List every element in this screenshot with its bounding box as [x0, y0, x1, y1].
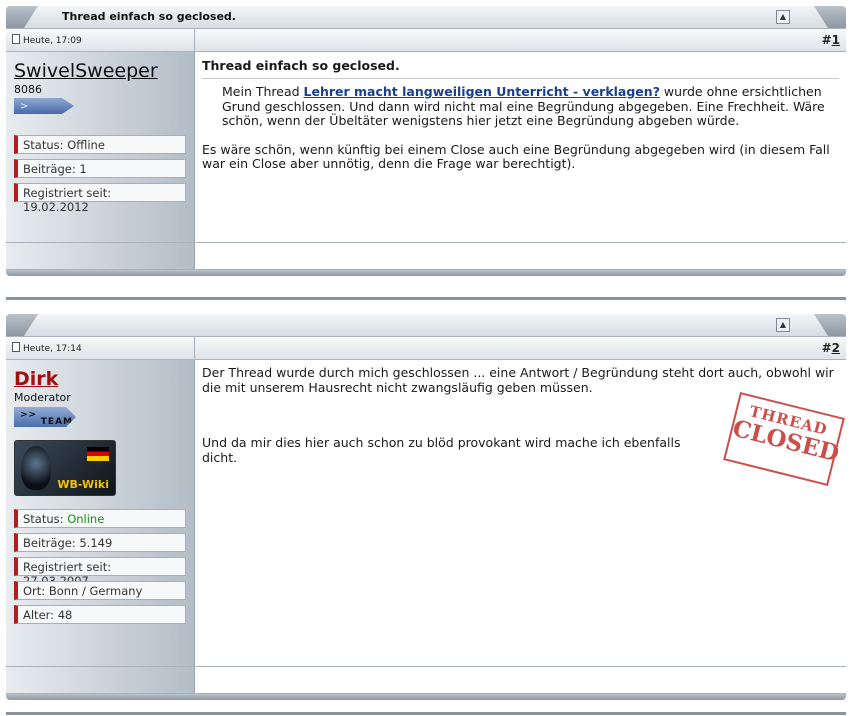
stat-value: 19.02.2012 — [23, 200, 89, 214]
stat-value: 1 — [79, 162, 87, 176]
post-number: #1 — [822, 33, 840, 47]
post-number-prefix: # — [821, 33, 832, 47]
user-rank: Moderator — [14, 391, 71, 404]
user-registered: Registriert seit: 27.03.2007 — [14, 557, 186, 588]
heading-divider — [202, 78, 839, 79]
post-icon — [12, 342, 20, 352]
post-number-link[interactable]: 2 — [832, 341, 840, 355]
post-title-bar: Thread einfach so geclosed. ▲ — [6, 6, 846, 28]
stat-value: 5.149 — [79, 536, 113, 550]
post-date-text: Heute, 17:14 — [23, 344, 82, 354]
post-meta-bar: Heute, 17:14 #2 — [6, 336, 846, 360]
stat-label: Ort: — [23, 584, 46, 598]
stat-label: Beiträge: — [23, 162, 76, 176]
german-flag-icon — [87, 447, 109, 461]
user-posts-count: Beiträge: 5.149 — [14, 533, 186, 552]
collapse-icon[interactable]: ▲ — [776, 318, 790, 332]
post-body-row: SwivelSweeper 8086 > Status: Offline Bei… — [6, 52, 846, 243]
meta-divider — [194, 337, 195, 359]
post-icon — [12, 34, 20, 44]
post-bottom-bar — [6, 694, 846, 700]
post-footer — [6, 667, 846, 694]
stat-label: Alter: — [23, 608, 55, 622]
post-number: #2 — [822, 341, 840, 355]
title-bar-tab — [24, 314, 828, 336]
username-link[interactable]: SwivelSweeper — [14, 60, 158, 82]
post-separator — [6, 712, 846, 715]
user-registered: Registriert seit: 19.02.2012 — [14, 183, 186, 214]
stat-value: Online — [67, 512, 105, 526]
user-rank: 8086 — [14, 83, 42, 96]
post-content: Thread einfach so geclosed. Mein Thread … — [195, 52, 846, 242]
team-label: TEAM — [40, 417, 73, 427]
post-bottom-bar — [6, 270, 846, 276]
post-body-row: Dirk Moderator >> TEAM WB-Wiki Status: On… — [6, 360, 846, 667]
stat-label: Beiträge: — [23, 536, 76, 550]
user-sidebar: Dirk Moderator >> TEAM WB-Wiki Status: On… — [6, 360, 195, 666]
post-date-text: Heute, 17:09 — [23, 36, 82, 46]
team-badge-icon: >> TEAM — [14, 407, 76, 427]
username-link[interactable]: Dirk — [14, 368, 58, 390]
user-status: Status: Online — [14, 509, 186, 528]
stat-label: Status: — [23, 138, 64, 152]
stat-value: Offline — [67, 138, 105, 152]
post-paragraph-2: Es wäre schön, wenn künftig bei einem Cl… — [202, 141, 830, 171]
thread-link[interactable]: Lehrer macht langweiligen Unterricht - v… — [304, 84, 660, 99]
collapse-icon[interactable]: ▲ — [776, 10, 790, 24]
footer-sidebar — [6, 667, 195, 693]
post-content: Der Thread wurde durch mich geschlossen … — [195, 360, 846, 666]
post-separator — [6, 297, 846, 300]
post-number-prefix: # — [821, 341, 832, 355]
post-paragraph-1: Mein Thread Lehrer macht langweiligen Un… — [202, 84, 839, 129]
stat-value: Bonn / Germany — [48, 584, 143, 598]
user-location: Ort: Bonn / Germany — [14, 581, 186, 600]
post-footer — [6, 243, 846, 270]
avatar[interactable]: WB-Wiki — [14, 440, 116, 496]
post-meta-bar: Heute, 17:09 #1 — [6, 28, 846, 52]
stat-value: 48 — [57, 608, 73, 622]
stat-label: Registriert seit: — [23, 186, 112, 200]
post-paragraph-1: Der Thread wurde durch mich geschlossen … — [202, 365, 834, 395]
stat-label: Status: — [23, 512, 64, 526]
post-heading: Thread einfach so geclosed. — [202, 58, 400, 73]
footer-sidebar — [6, 243, 195, 269]
post-title-bar: ▲ — [6, 314, 846, 336]
chevron-icon: > — [20, 101, 29, 112]
post-date: Heute, 17:09 — [12, 34, 82, 46]
text-segment: Mein Thread — [222, 84, 304, 99]
user-age: Alter: 48 — [14, 605, 186, 624]
post-2: ▲ Heute, 17:14 #2 Dirk Moderator >> TEAM … — [6, 314, 846, 700]
user-sidebar: SwivelSweeper 8086 > Status: Offline Bei… — [6, 52, 195, 242]
post-number-link[interactable]: 1 — [832, 33, 840, 47]
avatar-face — [21, 446, 51, 490]
user-posts-count: Beiträge: 1 — [14, 159, 186, 178]
post-date: Heute, 17:14 — [12, 342, 82, 354]
post-1: Thread einfach so geclosed. ▲ Heute, 17:… — [6, 6, 846, 276]
user-status: Status: Offline — [14, 135, 186, 154]
post-title: Thread einfach so geclosed. — [62, 10, 236, 23]
stat-label: Registriert seit: — [23, 560, 112, 574]
meta-divider — [194, 29, 195, 51]
rank-bar-icon: > — [14, 98, 74, 114]
avatar-label: WB-Wiki — [57, 478, 109, 491]
